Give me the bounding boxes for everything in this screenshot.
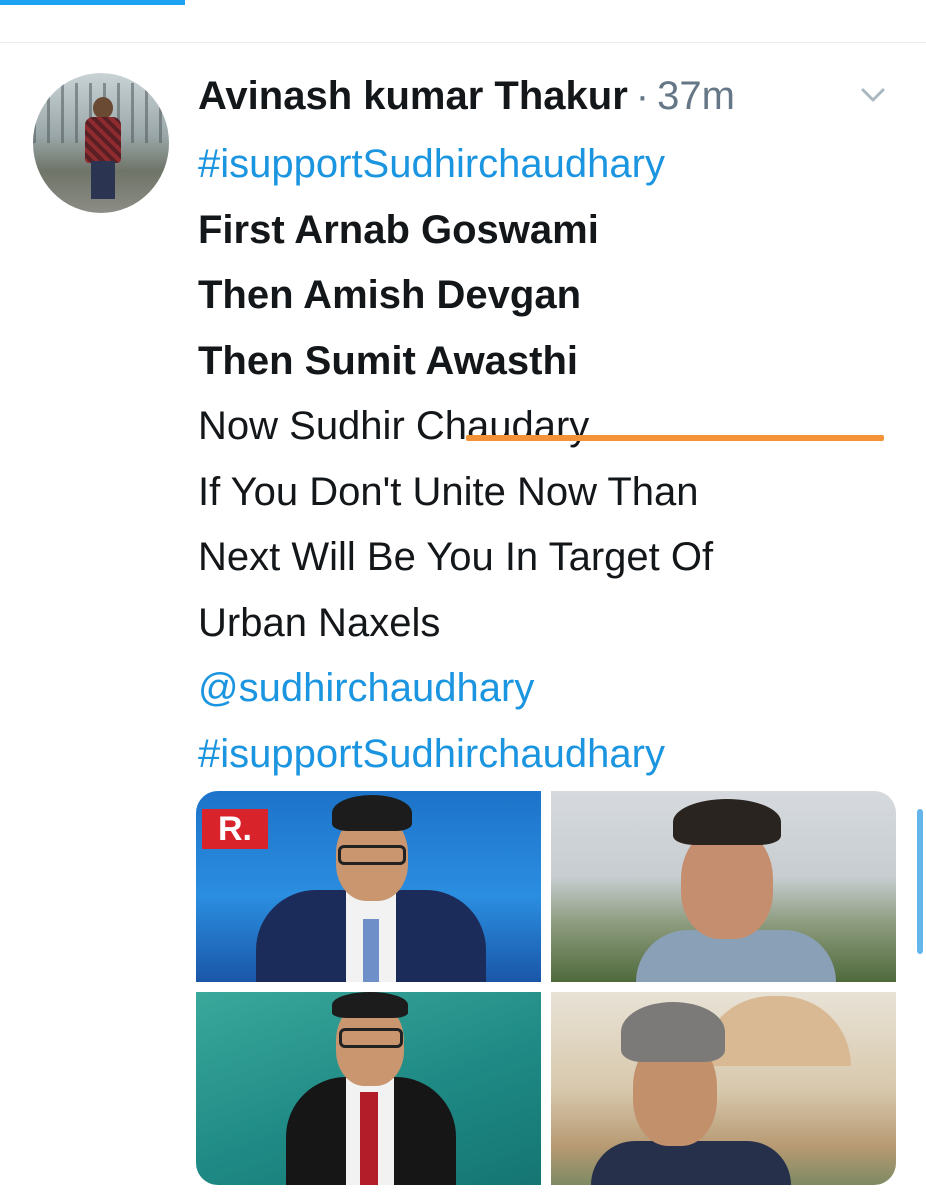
media-image-3[interactable] <box>196 992 541 1185</box>
media-image-1[interactable]: R. <box>196 791 541 982</box>
author-name[interactable]: Avinash kumar Thakur <box>198 74 628 119</box>
media-image-2[interactable] <box>551 791 896 982</box>
scrollbar[interactable] <box>917 809 923 954</box>
active-tab-indicator <box>0 0 185 5</box>
tweet-line: If You Don't Unite Now Than <box>198 469 699 514</box>
mention-link[interactable]: @sudhirchaudhary <box>198 656 898 722</box>
media-image-4[interactable] <box>551 992 896 1185</box>
tweet-line: Urban Naxels <box>198 600 441 645</box>
media-grid: R. <box>196 791 896 1185</box>
tweet-line: First Arnab Goswami <box>198 207 599 252</box>
tweet-header: Avinash kumar Thakur · 37m <box>198 72 735 120</box>
timestamp[interactable]: 37m <box>657 74 735 119</box>
highlight-underline <box>466 435 884 441</box>
hashtag-link[interactable]: #isupportSudhirchaudhary <box>198 722 898 788</box>
tweet-line: Then Amish Devgan <box>198 273 582 317</box>
tweet-line: Then Sumit Awasthi <box>198 338 579 383</box>
tweet-text: #isupportSudhirchaudhary First Arnab Gos… <box>198 132 898 787</box>
chevron-down-icon[interactable] <box>858 83 888 107</box>
channel-logo: R. <box>202 809 268 849</box>
separator-dot: · <box>635 73 650 118</box>
avatar[interactable] <box>33 73 169 213</box>
hashtag-link[interactable]: #isupportSudhirchaudhary <box>198 132 898 198</box>
tweet-line: Next Will Be You In Target Of <box>198 535 714 579</box>
divider <box>0 42 926 43</box>
avatar-person <box>85 97 121 199</box>
tweet-line: Now Sudhir Chaudary <box>198 404 590 448</box>
